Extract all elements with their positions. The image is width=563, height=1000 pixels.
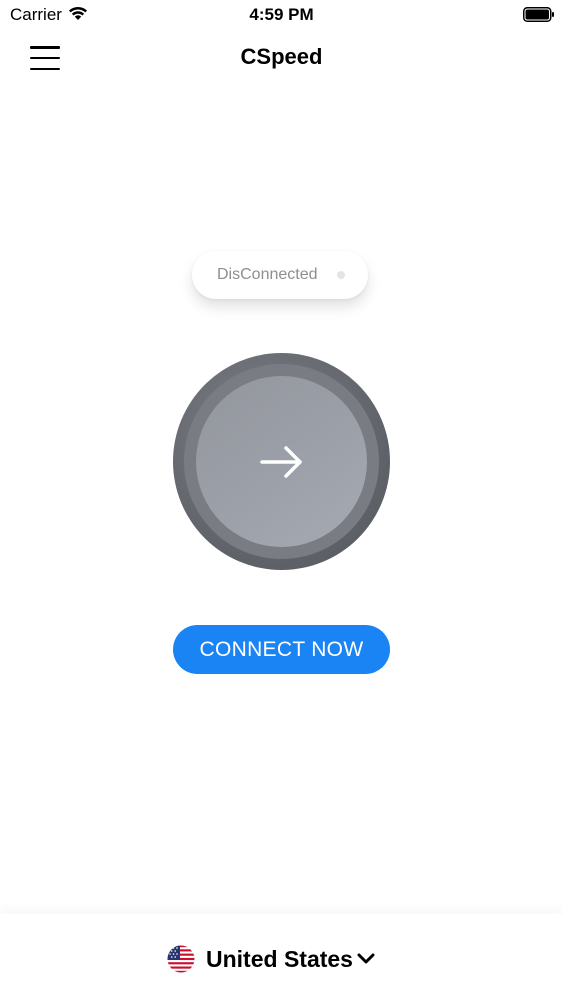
navigation-bar: CSpeed: [0, 34, 563, 82]
chevron-down-icon: [357, 952, 375, 970]
arrow-right-icon: [259, 439, 305, 490]
clock-time: 4:59 PM: [249, 5, 314, 24]
battery-icon: [523, 7, 555, 27]
status-indicator-dot: [337, 271, 345, 279]
connection-status-text: DisConnected: [217, 266, 318, 283]
connection-status-badge: DisConnected: [192, 251, 368, 299]
country-name: United States: [206, 945, 353, 972]
location-bar: United States: [0, 914, 563, 1000]
us-flag-icon: [167, 945, 195, 973]
connect-power-button[interactable]: [173, 353, 390, 570]
page-title: CSpeed: [240, 44, 323, 69]
status-bar: Carrier 4:59 PM: [0, 0, 563, 30]
country-selector[interactable]: United States: [167, 944, 375, 974]
connect-now-button[interactable]: CONNECT NOW: [173, 625, 390, 674]
